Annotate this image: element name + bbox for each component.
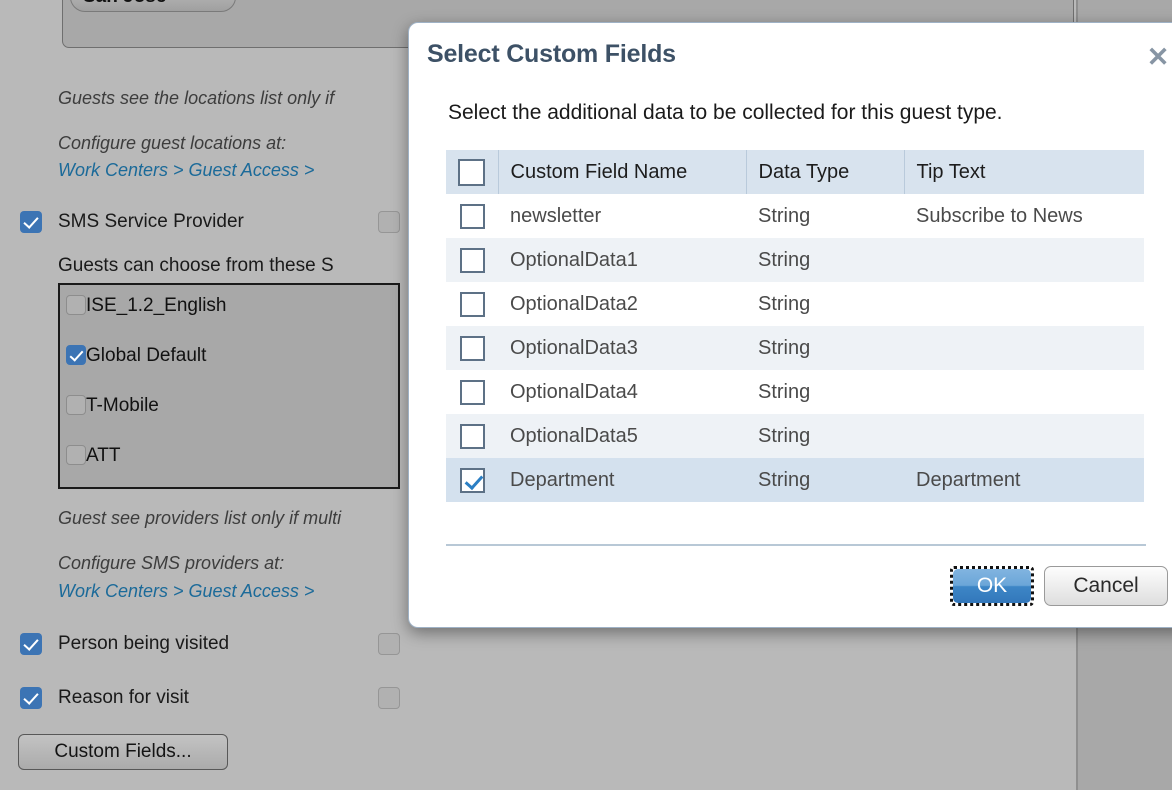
dialog-subtitle: Select the additional data to be collect… <box>448 101 1003 124</box>
row-tip-text <box>904 414 1144 458</box>
row-checkbox-cell <box>446 326 498 370</box>
table-row[interactable]: OptionalData3 String <box>446 326 1144 370</box>
row-field-name: OptionalData3 <box>510 336 638 359</box>
cancel-button[interactable]: Cancel <box>1044 566 1168 606</box>
row-data-type: String <box>758 380 811 403</box>
reason-for-visit-label: Reason for visit <box>58 687 189 708</box>
row-field-name: Department <box>510 468 615 491</box>
list-item[interactable]: ISE_1.2_English <box>66 295 227 317</box>
row-checkbox[interactable] <box>459 379 485 405</box>
provider-label: Global Default <box>86 345 207 366</box>
list-item[interactable]: T-Mobile <box>66 395 159 417</box>
provider-checkbox[interactable] <box>66 395 86 415</box>
sms-providers-listbox[interactable]: ISE_1.2_English Global Default T-Mobile … <box>58 283 400 489</box>
providers-note: Guest see providers list only if multi <box>58 508 342 528</box>
table-header-row: Custom Field Name Data Type Tip Text <box>446 150 1144 194</box>
select-custom-fields-dialog: Select Custom Fields ✕ Select the additi… <box>408 22 1172 628</box>
reason-for-visit-required-checkbox[interactable] <box>378 687 400 709</box>
row-tip-text <box>904 326 1144 370</box>
row-checkbox-cell <box>446 458 498 502</box>
column-header-tip[interactable]: Tip Text <box>904 150 1144 194</box>
row-checkbox-cell <box>446 282 498 326</box>
table-row[interactable]: OptionalData4 String <box>446 370 1144 414</box>
sms-service-provider-label: SMS Service Provider <box>58 211 244 232</box>
row-checkbox[interactable] <box>459 291 485 317</box>
row-tip-text: Department <box>916 468 1021 491</box>
provider-label: T-Mobile <box>86 395 159 416</box>
provider-label: ISE_1.2_English <box>86 295 227 316</box>
row-field-name: OptionalData2 <box>510 292 638 315</box>
configure-sms-label: Configure SMS providers at: <box>58 553 285 573</box>
row-checkbox[interactable] <box>459 203 485 229</box>
column-header-name[interactable]: Custom Field Name <box>498 150 747 194</box>
person-being-visited-label: Person being visited <box>58 633 230 654</box>
dialog-footer-divider <box>446 544 1146 546</box>
ok-button[interactable]: OK <box>950 566 1034 606</box>
row-data-type: String <box>758 204 811 227</box>
close-icon[interactable]: ✕ <box>1145 44 1171 71</box>
row-data-type: String <box>758 248 811 271</box>
configure-locations-link[interactable]: Work Centers > Guest Access > <box>58 160 314 181</box>
table-row[interactable]: Department String Department <box>446 458 1144 502</box>
select-all-header <box>446 150 499 194</box>
custom-fields-table: Custom Field Name Data Type Tip Text new… <box>446 150 1144 502</box>
row-tip-text: Subscribe to News <box>916 204 1083 227</box>
row-field-name: newsletter <box>510 204 602 227</box>
location-dropdown-value: San Jose <box>83 0 166 7</box>
select-all-checkbox[interactable] <box>458 158 486 186</box>
row-checkbox-cell <box>446 238 498 282</box>
row-tip-text <box>904 238 1144 282</box>
person-being-visited-required-checkbox[interactable] <box>378 633 400 655</box>
row-checkbox-cell <box>446 194 498 238</box>
row-data-type: String <box>758 468 811 491</box>
row-data-type: String <box>758 336 811 359</box>
table-row[interactable]: OptionalData2 String <box>446 282 1144 326</box>
table-row[interactable]: newsletter String Subscribe to News <box>446 194 1144 238</box>
list-item[interactable]: ATT <box>66 445 120 467</box>
sms-service-provider-checkbox[interactable] <box>20 211 42 233</box>
provider-label: ATT <box>86 445 121 466</box>
row-checkbox[interactable] <box>459 335 485 361</box>
table-row[interactable]: OptionalData1 String <box>446 238 1144 282</box>
row-checkbox[interactable] <box>459 467 485 493</box>
dialog-title: Select Custom Fields <box>427 40 676 68</box>
row-checkbox[interactable] <box>459 247 485 273</box>
row-checkbox-cell <box>446 414 498 458</box>
configure-locations-label: Configure guest locations at: <box>58 133 287 153</box>
provider-checkbox[interactable] <box>66 445 86 465</box>
list-item[interactable]: Global Default <box>66 345 206 367</box>
locations-note: Guests see the locations list only if <box>58 88 335 108</box>
sms-providers-list-label: Guests can choose from these S <box>58 255 334 276</box>
row-checkbox-cell <box>446 370 498 414</box>
reason-for-visit-checkbox[interactable] <box>20 687 42 709</box>
row-field-name: OptionalData4 <box>510 380 638 403</box>
row-data-type: String <box>758 424 811 447</box>
row-field-name: OptionalData5 <box>510 424 638 447</box>
custom-fields-button[interactable]: Custom Fields... <box>18 734 228 770</box>
row-data-type: String <box>758 292 811 315</box>
row-checkbox[interactable] <box>459 423 485 449</box>
row-field-name: OptionalData1 <box>510 248 638 271</box>
sms-service-provider-required-checkbox[interactable] <box>378 211 400 233</box>
ok-button-label: OK <box>953 569 1031 603</box>
table-row[interactable]: OptionalData5 String <box>446 414 1144 458</box>
column-header-type[interactable]: Data Type <box>746 150 905 194</box>
provider-checkbox[interactable] <box>66 295 86 315</box>
row-tip-text <box>904 370 1144 414</box>
location-dropdown[interactable]: San Jose <box>70 0 236 12</box>
row-tip-text <box>904 282 1144 326</box>
configure-sms-link[interactable]: Work Centers > Guest Access > <box>58 581 314 602</box>
provider-checkbox[interactable] <box>66 345 86 365</box>
person-being-visited-checkbox[interactable] <box>20 633 42 655</box>
